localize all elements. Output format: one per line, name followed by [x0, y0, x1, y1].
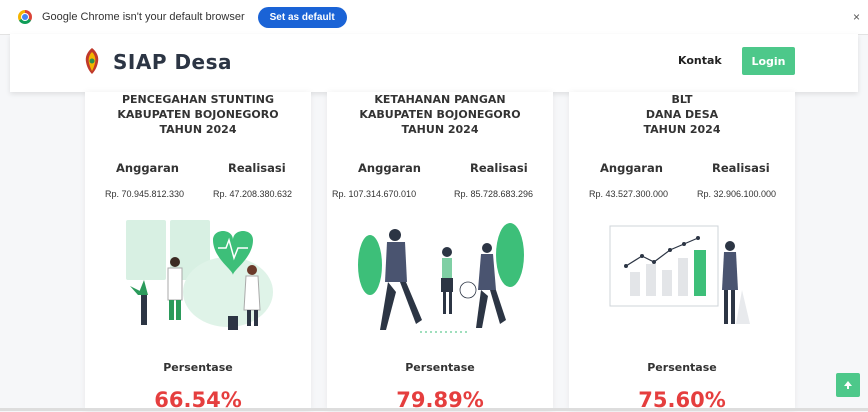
anggaran-label: Anggaran [116, 161, 179, 175]
realisasi-label: Realisasi [712, 161, 770, 175]
card-title: PENCEGAHAN STUNTING KABUPATEN BOJONEGORO… [85, 92, 311, 137]
site-navbar: SIAP Desa Kontak Login [10, 34, 858, 92]
card-blt-dana-desa: BLT DANA DESA TAHUN 2024 Anggaran Realis… [569, 92, 795, 412]
card-title-line: BLT [671, 93, 693, 106]
card-title-line: PENCEGAHAN STUNTING [121, 93, 275, 106]
nav-link-kontak[interactable]: Kontak [678, 54, 722, 67]
card-pencegahan-stunting: PENCEGAHAN STUNTING KABUPATEN BOJONEGORO… [85, 92, 311, 412]
default-browser-infobar: Google Chrome isn't your default browser… [0, 0, 868, 35]
scroll-to-top-button[interactable] [836, 373, 860, 397]
people-walking-illustration [358, 223, 524, 333]
card-title-line: DANA DESA [645, 108, 719, 121]
card-title: BLT DANA DESA TAHUN 2024 [569, 92, 795, 137]
card-title-line: TAHUN 2024 [159, 123, 237, 136]
arrow-up-icon [844, 381, 852, 389]
anggaran-value: Rp. 43.527.300.000 [589, 189, 669, 199]
doctors-health-illustration [126, 220, 273, 330]
brand-name[interactable]: SIAP Desa [113, 50, 232, 74]
realisasi-label: Realisasi [470, 161, 528, 175]
card-title-line: KABUPATEN BOJONEGORO [117, 108, 279, 121]
card-title-line: TAHUN 2024 [401, 123, 479, 136]
close-icon[interactable]: × [853, 10, 860, 24]
realisasi-label: Realisasi [228, 161, 286, 175]
growth-chart-illustration [609, 225, 750, 324]
siap-desa-logo-icon[interactable] [82, 47, 102, 75]
card-title-line: TAHUN 2024 [643, 123, 721, 136]
anggaran-label: Anggaran [600, 161, 663, 175]
anggaran-value: Rp. 70.945.812.330 [105, 189, 185, 199]
realisasi-value: Rp. 47.208.380.632 [213, 189, 293, 199]
card-title-line: KETAHANAN PANGAN [374, 93, 506, 106]
realisasi-value: Rp. 32.906.100.000 [697, 189, 777, 199]
anggaran-label: Anggaran [358, 161, 421, 175]
infobar-message: Google Chrome isn't your default browser [42, 11, 245, 23]
card-title-line: KABUPATEN BOJONEGORO [359, 108, 521, 121]
anggaran-value: Rp. 107.314.670.010 [332, 189, 417, 199]
card-ketahanan-pangan: KETAHANAN PANGAN KABUPATEN BOJONEGORO TA… [327, 92, 553, 412]
persentase-label: Persentase [405, 361, 475, 374]
card-title: KETAHANAN PANGAN KABUPATEN BOJONEGORO TA… [327, 92, 553, 137]
persentase-label: Persentase [647, 361, 717, 374]
realisasi-value: Rp. 85.728.683.296 [454, 189, 534, 199]
persentase-label: Persentase [163, 361, 233, 374]
set-default-button[interactable]: Set as default [257, 6, 347, 28]
login-button[interactable]: Login [742, 47, 795, 75]
chrome-logo-icon [18, 10, 32, 24]
